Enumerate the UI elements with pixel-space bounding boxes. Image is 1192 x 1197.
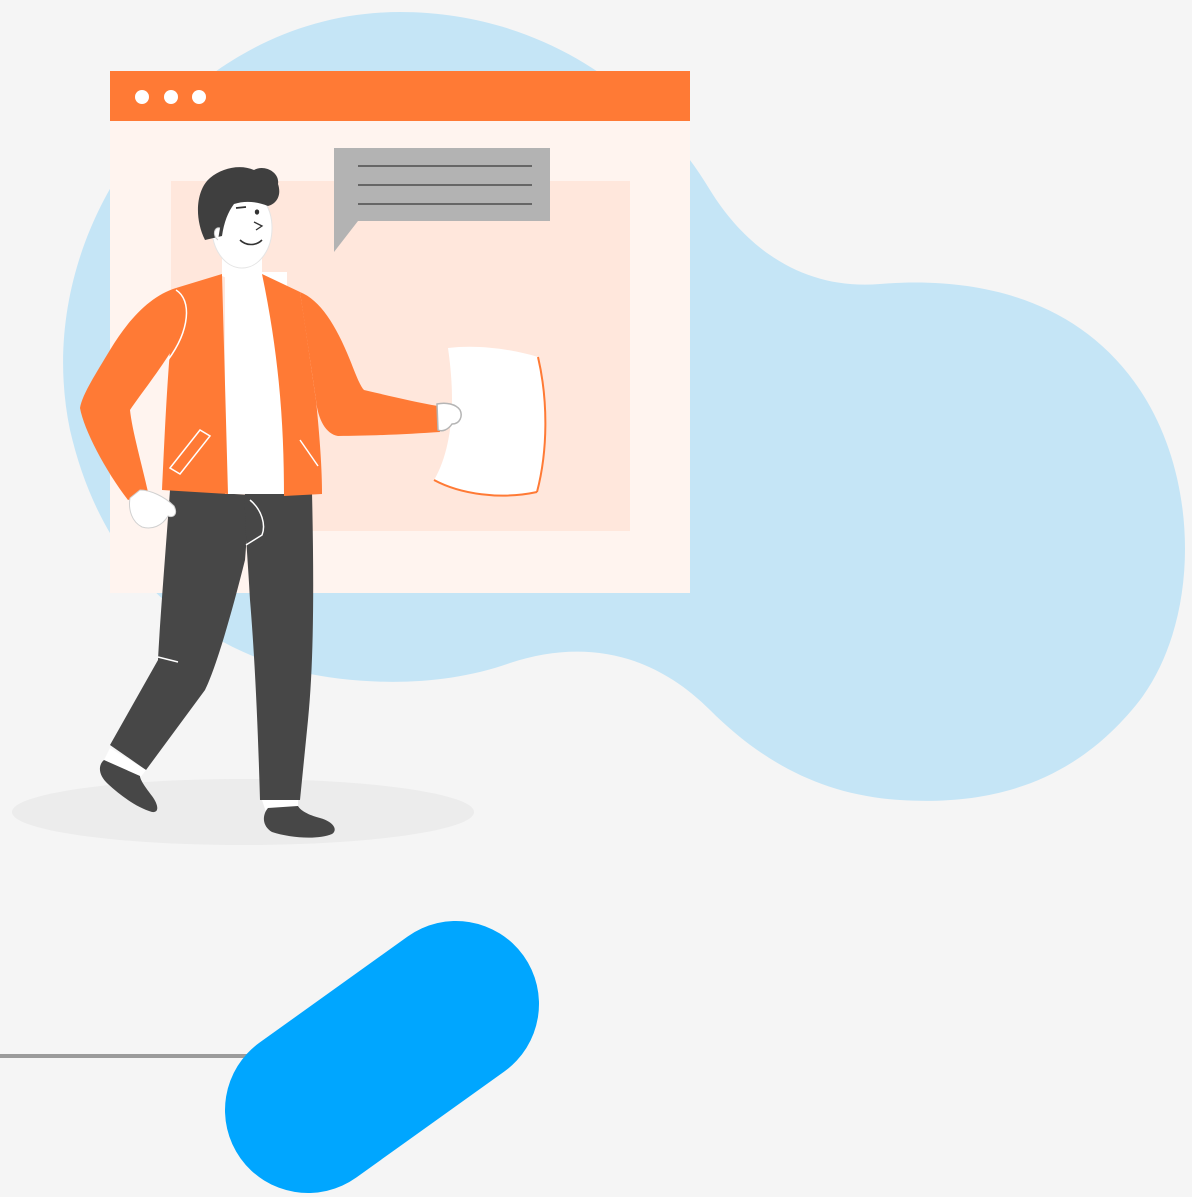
- dot-icon: [164, 90, 178, 104]
- trouser-leg-front: [244, 492, 314, 800]
- illustration-canvas: [0, 12, 1185, 1193]
- accent-pill: [225, 921, 539, 1193]
- dot-icon: [135, 90, 149, 104]
- dot-icon: [192, 90, 206, 104]
- ground-shadow: [12, 779, 474, 845]
